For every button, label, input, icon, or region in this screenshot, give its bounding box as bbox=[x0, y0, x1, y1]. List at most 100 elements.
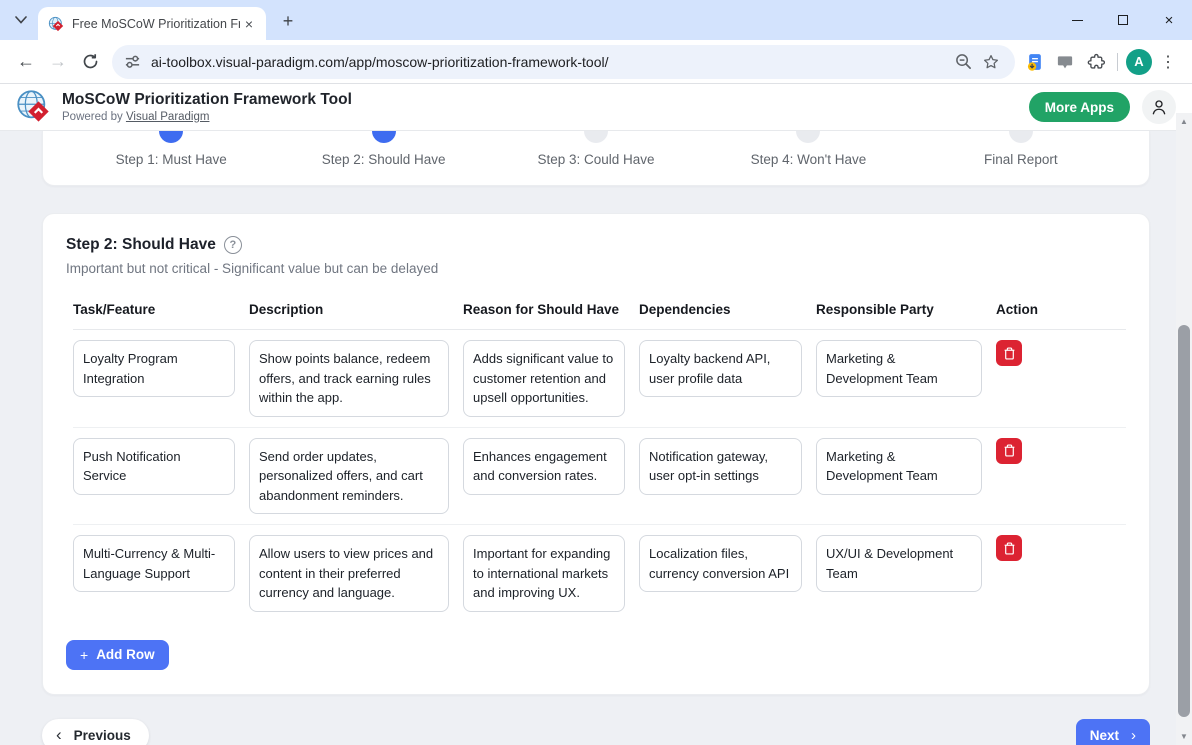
toolbar-extensions-area: A ⋮ bbox=[1021, 48, 1182, 76]
scrollbar-up-icon[interactable]: ▲ bbox=[1176, 117, 1192, 126]
dependencies-input[interactable]: Notification gateway, user opt-in settin… bbox=[639, 438, 802, 495]
task-input[interactable]: Multi-Currency & Multi-Language Support bbox=[73, 535, 235, 592]
window-maximize-button[interactable] bbox=[1100, 0, 1146, 40]
save-page-button[interactable] bbox=[1021, 48, 1049, 76]
add-row-button[interactable]: + Add Row bbox=[66, 640, 169, 670]
chevron-right-icon: › bbox=[1131, 727, 1136, 744]
table-row: Multi-Currency & Multi-Language Support … bbox=[73, 525, 1126, 622]
stepper-card: Step 1: Must Have Step 2: Should Have St… bbox=[42, 131, 1150, 186]
column-header-dependencies: Dependencies bbox=[639, 302, 816, 317]
app-title: MoSCoW Prioritization Framework Tool bbox=[62, 91, 352, 110]
step-2-should-have[interactable]: Step 2: Should Have bbox=[277, 131, 489, 185]
responsible-input[interactable]: Marketing & Development Team bbox=[816, 340, 982, 397]
responsible-input[interactable]: UX/UI & Development Team bbox=[816, 535, 982, 592]
add-row-label: Add Row bbox=[96, 647, 155, 662]
step-3-dot bbox=[584, 131, 608, 143]
tab-title: Free MoSCoW Prioritization Fra bbox=[72, 17, 240, 31]
delete-row-button[interactable] bbox=[996, 535, 1022, 561]
side-panel-button[interactable] bbox=[1051, 48, 1079, 76]
final-report-label: Final Report bbox=[984, 152, 1058, 167]
previous-button[interactable]: ‹ Previous bbox=[42, 719, 149, 745]
window-controls: × bbox=[1054, 0, 1192, 40]
description-input[interactable]: Send order updates, personalized offers,… bbox=[249, 438, 449, 515]
footer-navigation: ‹ Previous Next › bbox=[42, 719, 1150, 745]
table-row: Loyalty Program Integration Show points … bbox=[73, 330, 1126, 428]
reason-input[interactable]: Important for expanding to international… bbox=[463, 535, 625, 612]
step-2-label: Step 2: Should Have bbox=[322, 152, 446, 167]
plus-icon: + bbox=[80, 647, 88, 663]
column-header-reason: Reason for Should Have bbox=[463, 302, 639, 317]
user-account-button[interactable] bbox=[1142, 90, 1176, 124]
url-bar[interactable]: ai-toolbox.visual-paradigm.com/app/mosco… bbox=[112, 45, 1015, 79]
task-input[interactable]: Push Notification Service bbox=[73, 438, 235, 495]
step-4-wont-have[interactable]: Step 4: Won't Have bbox=[702, 131, 914, 185]
browser-menu-button[interactable]: ⋮ bbox=[1154, 48, 1182, 76]
dependencies-input[interactable]: Loyalty backend API, user profile data bbox=[639, 340, 802, 397]
step-final-report[interactable]: Final Report bbox=[915, 131, 1127, 185]
page-scrollbar[interactable]: ▲ ▼ bbox=[1176, 113, 1192, 745]
step-4-label: Step 4: Won't Have bbox=[751, 152, 867, 167]
url-text[interactable]: ai-toolbox.visual-paradigm.com/app/mosco… bbox=[151, 54, 949, 70]
reload-icon bbox=[82, 53, 99, 70]
browser-tab[interactable]: Free MoSCoW Prioritization Fra × bbox=[38, 7, 266, 40]
reload-button[interactable] bbox=[74, 46, 106, 78]
trash-icon bbox=[1003, 347, 1016, 360]
responsible-input[interactable]: Marketing & Development Team bbox=[816, 438, 982, 495]
more-apps-button[interactable]: More Apps bbox=[1029, 92, 1130, 122]
delete-row-button[interactable] bbox=[996, 438, 1022, 464]
step-3-label: Step 3: Could Have bbox=[537, 152, 654, 167]
reason-input[interactable]: Enhances engagement and conversion rates… bbox=[463, 438, 625, 495]
dependencies-input[interactable]: Localization files, currency conversion … bbox=[639, 535, 802, 592]
next-button[interactable]: Next › bbox=[1076, 719, 1150, 745]
column-header-responsible: Responsible Party bbox=[816, 302, 996, 317]
forward-icon: → bbox=[49, 51, 67, 72]
visual-paradigm-favicon bbox=[48, 16, 64, 32]
column-header-task: Task/Feature bbox=[73, 302, 249, 317]
help-icon[interactable]: ? bbox=[224, 236, 242, 254]
scrollbar-thumb[interactable] bbox=[1178, 325, 1190, 717]
back-button[interactable]: ← bbox=[10, 46, 42, 78]
description-input[interactable]: Show points balance, redeem offers, and … bbox=[249, 340, 449, 417]
bookmark-button[interactable] bbox=[977, 48, 1005, 76]
trash-icon bbox=[1003, 542, 1016, 555]
new-tab-button[interactable]: + bbox=[274, 7, 302, 35]
scrollbar-down-icon[interactable]: ▼ bbox=[1176, 732, 1192, 741]
page-download-icon bbox=[1025, 52, 1045, 72]
task-input[interactable]: Loyalty Program Integration bbox=[73, 340, 235, 397]
maximize-icon bbox=[1118, 15, 1128, 25]
delete-row-button[interactable] bbox=[996, 340, 1022, 366]
table-header-row: Task/Feature Description Reason for Shou… bbox=[73, 302, 1126, 330]
step-2-dot bbox=[372, 131, 396, 143]
site-settings-icon[interactable] bbox=[124, 53, 141, 70]
previous-label: Previous bbox=[74, 728, 131, 743]
window-close-button[interactable]: × bbox=[1146, 0, 1192, 40]
toolbar-divider bbox=[1117, 53, 1118, 71]
column-header-action: Action bbox=[996, 302, 1126, 317]
step-1-label: Step 1: Must Have bbox=[116, 152, 227, 167]
tab-search-button[interactable] bbox=[8, 7, 34, 33]
reason-input[interactable]: Adds significant value to customer reten… bbox=[463, 340, 625, 417]
forward-button[interactable]: → bbox=[42, 46, 74, 78]
table-row: Push Notification Service Send order upd… bbox=[73, 428, 1126, 526]
browser-toolbar: ← → ai-toolbox.visual-paradigm.com/app/m… bbox=[0, 40, 1192, 84]
zoom-out-icon bbox=[955, 53, 972, 70]
visual-paradigm-logo bbox=[16, 89, 52, 125]
final-report-dot bbox=[1009, 131, 1033, 143]
profile-avatar[interactable]: A bbox=[1126, 49, 1152, 75]
powered-by: Powered by Visual Paradigm bbox=[62, 111, 352, 123]
chevron-left-icon: ‹ bbox=[56, 725, 62, 745]
extensions-button[interactable] bbox=[1081, 48, 1109, 76]
step2-card: Step 2: Should Have ? Important but not … bbox=[42, 213, 1150, 695]
description-input[interactable]: Allow users to view prices and content i… bbox=[249, 535, 449, 612]
step-1-dot bbox=[159, 131, 183, 143]
puzzle-icon bbox=[1086, 52, 1105, 71]
window-minimize-button[interactable] bbox=[1054, 0, 1100, 40]
person-icon bbox=[1150, 98, 1168, 116]
visual-paradigm-link[interactable]: Visual Paradigm bbox=[126, 111, 210, 123]
chevron-down-icon bbox=[15, 16, 27, 24]
chat-bubble-icon bbox=[1056, 53, 1074, 71]
step-1-must-have[interactable]: Step 1: Must Have bbox=[65, 131, 277, 185]
zoom-level-button[interactable] bbox=[949, 48, 977, 76]
step-3-could-have[interactable]: Step 3: Could Have bbox=[490, 131, 702, 185]
tab-close-icon[interactable]: × bbox=[240, 15, 258, 33]
